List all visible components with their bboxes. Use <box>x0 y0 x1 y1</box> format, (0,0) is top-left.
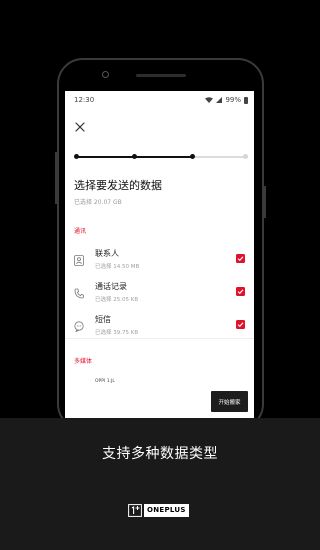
step-progress <box>74 154 248 160</box>
power-button <box>264 186 266 218</box>
selected-total: 已选择 20.07 GB <box>74 199 122 206</box>
call-log-checkbox[interactable] <box>236 287 245 296</box>
brand-logo: ONEPLUS <box>128 503 189 517</box>
item-size: 已选择 25.05 KB <box>95 297 139 303</box>
progress-dot-2 <box>132 154 137 159</box>
progress-line-1 <box>76 156 134 158</box>
section-divider <box>65 338 254 339</box>
page-title: 选择要发送的数据 <box>74 179 162 192</box>
earpiece-speaker <box>136 74 186 77</box>
progress-dot-1 <box>74 154 79 159</box>
volume-button <box>55 152 57 204</box>
progress-dot-3 <box>190 154 195 159</box>
progress-dot-4 <box>243 154 248 159</box>
start-transfer-button[interactable]: 开始搬家 <box>211 391 248 412</box>
item-label: 联系人 <box>95 249 119 258</box>
phone-icon <box>74 288 84 299</box>
caption-text: 支持多种数据类型 <box>102 446 218 462</box>
item-label: 短信 <box>95 315 111 324</box>
messages-checkbox[interactable] <box>236 320 245 329</box>
contacts-icon <box>74 255 84 266</box>
oneplus-logo-icon <box>128 503 142 517</box>
wifi-icon <box>205 97 214 103</box>
section-media: 多媒体 <box>74 358 93 365</box>
progress-line-2 <box>134 156 191 158</box>
section-communication: 通讯 <box>74 228 87 235</box>
signal-icon <box>216 97 223 103</box>
brand-wordmark: ONEPLUS <box>144 503 189 517</box>
list-item-contacts[interactable]: 联系人 已选择 14.50 MB <box>65 247 254 277</box>
message-icon <box>74 321 84 332</box>
contacts-checkbox[interactable] <box>236 254 245 263</box>
caption-bar <box>0 418 320 550</box>
battery-icon <box>244 96 248 104</box>
close-icon <box>75 122 85 132</box>
battery-percent: 99% <box>225 96 241 104</box>
phone-screen: 12:30 99% 选择要发送的数据 已选择 20.07 GB 通讯 联系人 已… <box>65 91 254 421</box>
item-size: 已选择 39.75 KB <box>95 330 139 336</box>
status-bar: 12:30 99% <box>65 95 254 107</box>
front-camera <box>102 71 109 78</box>
check-icon <box>237 289 244 295</box>
check-icon <box>237 256 244 262</box>
check-icon <box>237 322 244 328</box>
list-item-call-log[interactable]: 通话记录 已选择 25.05 KB <box>65 280 254 310</box>
item-size: 已选择 14.50 MB <box>95 264 140 270</box>
media-partial-text: OPPI 1.JL <box>95 379 115 384</box>
status-icons: 99% <box>205 96 248 104</box>
status-time: 12:30 <box>74 96 95 104</box>
close-button[interactable] <box>75 122 85 132</box>
progress-line-3 <box>191 156 248 158</box>
item-label: 通话记录 <box>95 282 127 291</box>
